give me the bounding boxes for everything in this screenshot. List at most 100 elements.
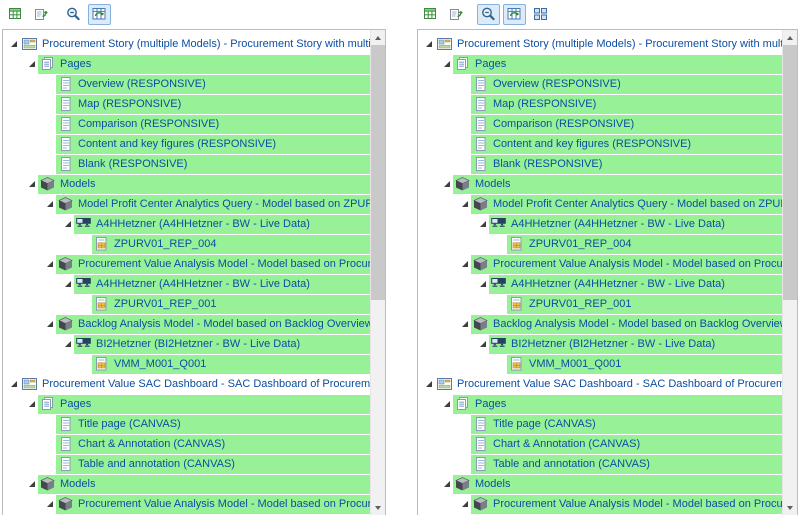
tree-row[interactable]: Comparison (RESPONSIVE) xyxy=(418,114,782,134)
expand-arrow-icon[interactable] xyxy=(458,254,471,274)
tree-row[interactable]: Model Profit Center Analytics Query - Mo… xyxy=(418,194,782,214)
expand-arrow-icon[interactable] xyxy=(7,374,20,394)
tree-row[interactable]: A4HHetzner (A4HHetzner - BW - Live Data) xyxy=(3,274,370,294)
tree-row[interactable]: Procurement Value Analysis Model - Model… xyxy=(418,494,782,514)
expand-arrow-icon[interactable] xyxy=(440,174,453,194)
tree-row[interactable]: Blank (RESPONSIVE) xyxy=(3,154,370,174)
tree-row[interactable]: Models xyxy=(418,174,782,194)
expand-arrow-icon[interactable] xyxy=(43,194,56,214)
tree-row[interactable]: Procurement Value SAC Dashboard - SAC Da… xyxy=(3,374,370,394)
node-label: Backlog Analysis Model - Model based on … xyxy=(78,318,370,330)
left-vertical-scrollbar[interactable] xyxy=(370,30,385,515)
grid-view-button[interactable] xyxy=(529,4,552,25)
export-table-button[interactable] xyxy=(419,4,442,25)
tree-row[interactable]: Pages xyxy=(418,54,782,74)
expand-arrow-icon[interactable] xyxy=(43,254,56,274)
tree-row[interactable]: BI2Hetzner (BI2Hetzner - BW - Live Data) xyxy=(418,334,782,354)
tree-row[interactable]: Models xyxy=(418,474,782,494)
tree-row[interactable]: Pages xyxy=(3,394,370,414)
tree-row[interactable]: Model Profit Center Analytics Query - Mo… xyxy=(3,194,370,214)
page-icon xyxy=(473,97,489,111)
node-content: VMM_M001_Q001 xyxy=(507,355,782,374)
tree-row[interactable]: Overview (RESPONSIVE) xyxy=(418,74,782,94)
export-icon xyxy=(448,6,465,22)
tree-row[interactable]: Content and key figures (RESPONSIVE) xyxy=(418,134,782,154)
expand-arrow-icon[interactable] xyxy=(25,394,38,414)
tree-row[interactable]: Procurement Value Analysis Model - Model… xyxy=(418,254,782,274)
zoom-out-icon xyxy=(65,6,82,22)
tree-row[interactable]: Models xyxy=(3,474,370,494)
tree-row[interactable]: Map (RESPONSIVE) xyxy=(418,94,782,114)
model-icon xyxy=(40,177,56,191)
scroll-up-button[interactable] xyxy=(371,30,385,45)
expand-arrow-icon[interactable] xyxy=(7,34,20,54)
expand-arrow-icon[interactable] xyxy=(43,494,56,514)
export-edit-button[interactable] xyxy=(445,4,468,25)
tree-row[interactable]: Map (RESPONSIVE) xyxy=(3,94,370,114)
export-table-button[interactable] xyxy=(4,4,27,25)
scrollbar-thumb[interactable] xyxy=(371,45,385,300)
scroll-down-button[interactable] xyxy=(783,500,797,515)
expand-arrow-icon[interactable] xyxy=(25,174,38,194)
tree-row[interactable]: Table and annotation (CANVAS) xyxy=(3,454,370,474)
expand-arrow-icon[interactable] xyxy=(43,314,56,334)
zoom-out-button[interactable] xyxy=(62,4,85,25)
tree-row[interactable]: Procurement Story (multiple Models) - Pr… xyxy=(418,34,782,54)
sync-scroll-button[interactable] xyxy=(88,4,111,25)
node-content: BI2Hetzner (BI2Hetzner - BW - Live Data) xyxy=(489,335,782,354)
expand-arrow-icon[interactable] xyxy=(458,194,471,214)
tree-row[interactable]: Backlog Analysis Model - Model based on … xyxy=(3,314,370,334)
tree-row[interactable]: Title page (CANVAS) xyxy=(3,414,370,434)
export-edit-button[interactable] xyxy=(30,4,53,25)
tree-row[interactable]: Chart & Annotation (CANVAS) xyxy=(418,434,782,454)
expand-arrow-icon[interactable] xyxy=(61,274,74,294)
tree-row[interactable]: ZPURV01_REP_004 xyxy=(418,234,782,254)
scroll-up-button[interactable] xyxy=(783,30,797,45)
tree-row[interactable]: Models xyxy=(3,174,370,194)
scrollbar-thumb[interactable] xyxy=(783,45,797,300)
expand-arrow-icon[interactable] xyxy=(476,274,489,294)
expand-arrow-icon[interactable] xyxy=(440,394,453,414)
zoom-out-button[interactable] xyxy=(477,4,500,25)
expand-arrow-icon[interactable] xyxy=(61,334,74,354)
tree-row[interactable]: Procurement Value Analysis Model - Model… xyxy=(3,254,370,274)
expand-arrow-icon[interactable] xyxy=(476,334,489,354)
tree-row[interactable]: Content and key figures (RESPONSIVE) xyxy=(3,134,370,154)
tree-row[interactable]: ZPURV01_REP_001 xyxy=(3,294,370,314)
expand-arrow-icon[interactable] xyxy=(422,34,435,54)
tree-row[interactable]: ZPURV01_REP_001 xyxy=(418,294,782,314)
tree-row[interactable]: Overview (RESPONSIVE) xyxy=(3,74,370,94)
tree-row[interactable]: Backlog Analysis Model - Model based on … xyxy=(418,314,782,334)
arrow-placeholder xyxy=(43,134,56,154)
tree-row[interactable]: Chart & Annotation (CANVAS) xyxy=(3,434,370,454)
expand-arrow-icon[interactable] xyxy=(25,474,38,494)
tree-row[interactable]: Procurement Story (multiple Models) - Pr… xyxy=(3,34,370,54)
expand-arrow-icon[interactable] xyxy=(25,54,38,74)
tree-row[interactable]: VMM_M001_Q001 xyxy=(3,354,370,374)
sync-scroll-button[interactable] xyxy=(503,4,526,25)
tree-row[interactable]: Pages xyxy=(418,394,782,414)
expand-arrow-icon[interactable] xyxy=(458,494,471,514)
tree-row[interactable]: A4HHetzner (A4HHetzner - BW - Live Data) xyxy=(418,274,782,294)
tree-row[interactable]: BI2Hetzner (BI2Hetzner - BW - Live Data) xyxy=(3,334,370,354)
expand-arrow-icon[interactable] xyxy=(440,474,453,494)
tree-row[interactable]: VMM_M001_Q001 xyxy=(418,354,782,374)
tree-row[interactable]: Blank (RESPONSIVE) xyxy=(418,154,782,174)
expand-arrow-icon[interactable] xyxy=(458,314,471,334)
tree-row[interactable]: Pages xyxy=(3,54,370,74)
tree-row[interactable]: A4HHetzner (A4HHetzner - BW - Live Data) xyxy=(3,214,370,234)
expand-arrow-icon[interactable] xyxy=(61,214,74,234)
expand-arrow-icon[interactable] xyxy=(440,54,453,74)
tree-row[interactable]: Table and annotation (CANVAS) xyxy=(418,454,782,474)
scroll-down-button[interactable] xyxy=(371,500,385,515)
tree-row[interactable]: Title page (CANVAS) xyxy=(418,414,782,434)
tree-row[interactable]: Comparison (RESPONSIVE) xyxy=(3,114,370,134)
node-content: VMM_M001_Q001 xyxy=(92,355,370,374)
right-vertical-scrollbar[interactable] xyxy=(782,30,797,515)
expand-arrow-icon[interactable] xyxy=(422,374,435,394)
tree-row[interactable]: ZPURV01_REP_004 xyxy=(3,234,370,254)
tree-row[interactable]: Procurement Value SAC Dashboard - SAC Da… xyxy=(418,374,782,394)
tree-row[interactable]: A4HHetzner (A4HHetzner - BW - Live Data) xyxy=(418,214,782,234)
tree-row[interactable]: Procurement Value Analysis Model - Model… xyxy=(3,494,370,514)
expand-arrow-icon[interactable] xyxy=(476,214,489,234)
